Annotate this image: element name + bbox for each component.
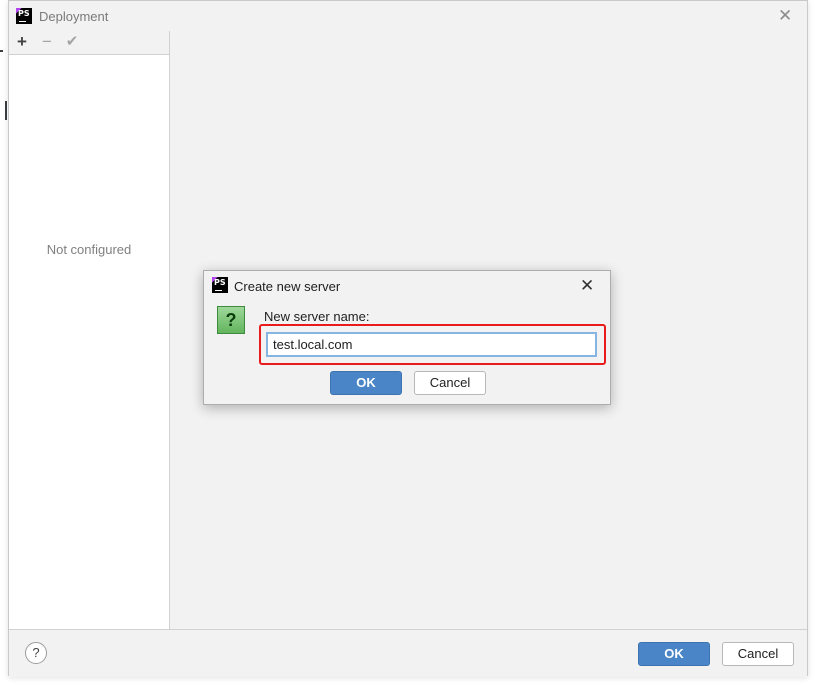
background-edge-mark (0, 50, 3, 52)
server-name-input[interactable] (266, 332, 597, 357)
empty-state-text: Not configured (46, 242, 132, 257)
phpstorm-logo-icon: PS (16, 8, 32, 24)
ok-button[interactable]: OK (638, 642, 710, 666)
window-titlebar: PS Deployment ✕ (9, 1, 807, 31)
plus-icon[interactable]: + (12, 32, 32, 52)
phpstorm-logo-icon: PS (212, 277, 228, 293)
dialog-title: Create new server (234, 279, 341, 294)
dialog-close-icon[interactable]: ✕ (580, 277, 594, 294)
close-icon[interactable]: ✕ (778, 7, 792, 24)
server-list-panel: + − ✔ Not configured (9, 31, 170, 629)
checkmark-icon[interactable]: ✔ (62, 32, 82, 52)
create-server-dialog: PS Create new server ✕ ? New server name… (203, 270, 611, 405)
dialog-footer: ? OK Cancel (9, 629, 807, 677)
dialog-cancel-button[interactable]: Cancel (414, 371, 486, 395)
server-list-toolbar: + − ✔ (9, 31, 169, 55)
help-button[interactable]: ? (25, 642, 47, 664)
server-name-label: New server name: (264, 309, 370, 324)
minus-icon[interactable]: − (37, 32, 57, 52)
question-icon: ? (217, 306, 245, 334)
window-title: Deployment (39, 9, 109, 24)
background-edge-mark (5, 101, 7, 120)
dialog-ok-button[interactable]: OK (330, 371, 402, 395)
cancel-button[interactable]: Cancel (722, 642, 794, 666)
